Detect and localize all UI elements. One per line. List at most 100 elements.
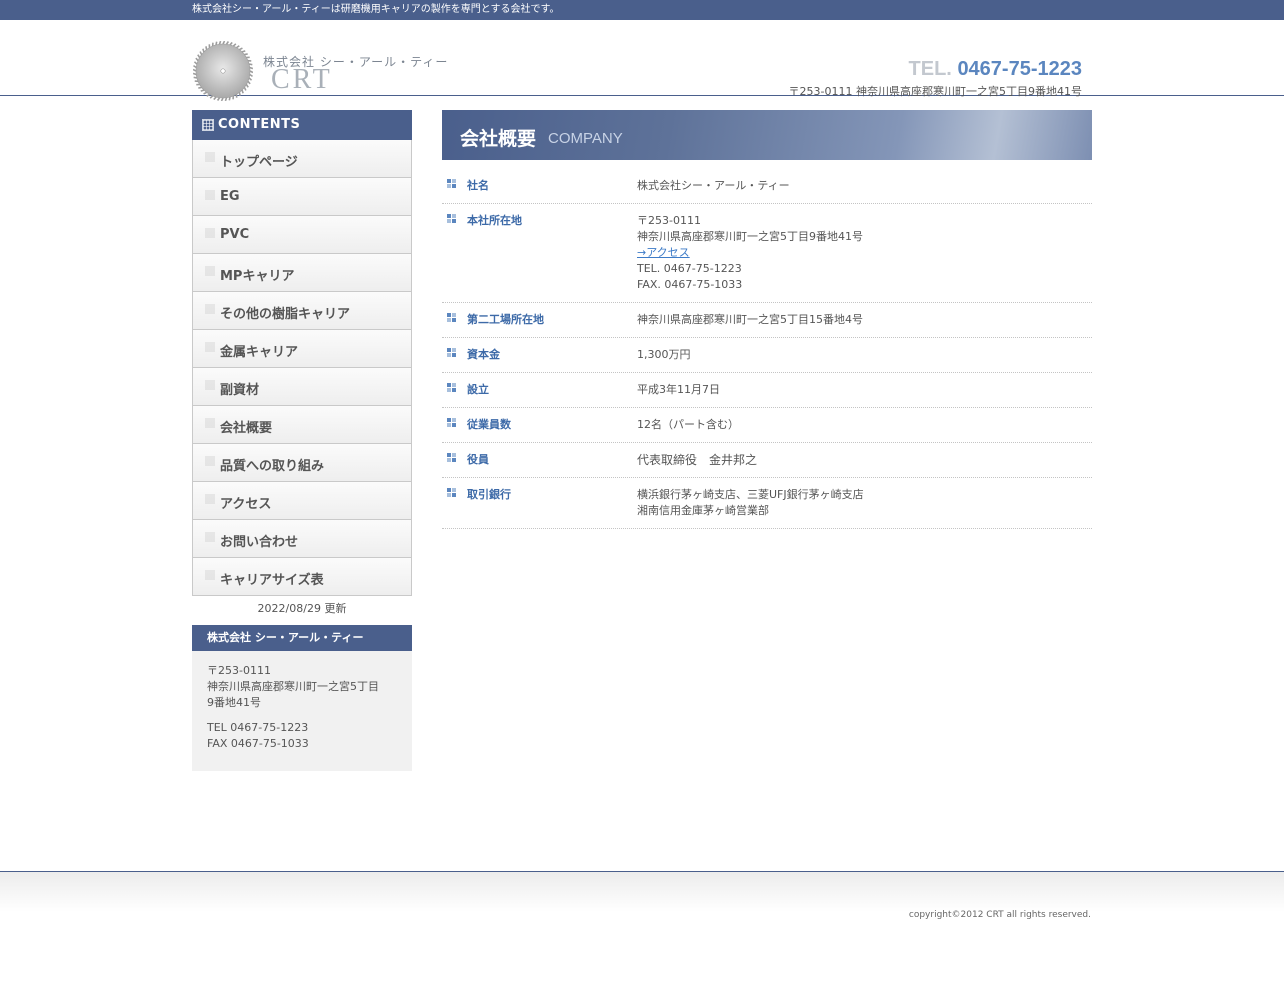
sidebar-item-other-resin-carrier[interactable]: その他の樹脂キャリア — [193, 292, 411, 330]
dot-pattern-icon — [205, 152, 215, 162]
table-row: 社名 株式会社シー・アール・ティー — [442, 178, 1092, 204]
table-row: 取引銀行 横浜銀行茅ヶ崎支店、三菱UFJ銀行茅ヶ崎支店 湘南信用金庫茅ヶ崎営業部 — [442, 487, 1092, 529]
sidebar-item-quality[interactable]: 品質への取り組み — [193, 444, 411, 482]
row-key: 取引銀行 — [467, 487, 511, 503]
sidebar-item-label: 品質への取り組み — [220, 455, 324, 474]
dot-pattern-icon — [205, 190, 215, 200]
info-postal: 〒253-0111 — [207, 663, 397, 679]
bank-line2: 湘南信用金庫茅ヶ崎営業部 — [637, 503, 1092, 519]
sidebar-item-access[interactable]: アクセス — [193, 482, 411, 520]
dot-pattern-icon — [205, 532, 215, 542]
grid-icon — [202, 119, 214, 131]
bank-line1: 横浜銀行茅ヶ崎支店、三菱UFJ銀行茅ヶ崎支店 — [637, 487, 1092, 503]
dot-pattern-icon — [205, 380, 215, 390]
company-profile-table: 社名 株式会社シー・アール・ティー 本社所在地 〒253-0111 神奈川県高座… — [442, 178, 1092, 529]
dot-pattern-icon — [205, 456, 215, 466]
sidebar-item-eg[interactable]: EG — [193, 178, 411, 216]
row-value: 12名（パート含む） — [637, 417, 1092, 433]
square-bullet-icon — [447, 488, 456, 497]
square-bullet-icon — [447, 179, 456, 188]
square-bullet-icon — [447, 453, 456, 462]
table-row: 従業員数 12名（パート含む） — [442, 417, 1092, 443]
hq-tel: TEL. 0467-75-1223 — [637, 261, 1092, 277]
square-bullet-icon — [447, 383, 456, 392]
sidebar-item-metal-carrier[interactable]: 金属キャリア — [193, 330, 411, 368]
sidebar-item-label: 副資材 — [220, 379, 259, 398]
table-row: 資本金 1,300万円 — [442, 347, 1092, 373]
row-value: 〒253-0111 神奈川県高座郡寒川町一之宮5丁目9番地41号 →アクセス T… — [637, 213, 1092, 293]
saw-blade-logo-icon[interactable] — [193, 41, 253, 101]
site-tagline: 株式会社シー・アール・ティーは研磨機用キャリアの製作を専門とする会社です。 — [192, 4, 560, 16]
row-value: 平成3年11月7日 — [637, 382, 1092, 398]
dot-pattern-icon — [205, 228, 215, 238]
info-tel: TEL 0467-75-1223 — [207, 720, 397, 736]
tel-number: 0467-75-1223 — [957, 58, 1082, 80]
header-address: 〒253-0111 神奈川県高座郡寒川町一之宮5丁目9番地41号 — [789, 83, 1082, 99]
dot-pattern-icon — [205, 342, 215, 352]
sidebar-item-mp-carrier[interactable]: MPキャリア — [193, 254, 411, 292]
row-value: 神奈川県高座郡寒川町一之宮5丁目15番地4号 — [637, 312, 1092, 328]
row-key: 第二工場所在地 — [467, 312, 544, 328]
info-address-line2: 9番地41号 — [207, 695, 397, 711]
dot-pattern-icon — [205, 494, 215, 504]
last-updated: 2022/08/29 更新 — [192, 600, 412, 615]
table-row: 本社所在地 〒253-0111 神奈川県高座郡寒川町一之宮5丁目9番地41号 →… — [442, 213, 1092, 303]
sidebar-item-company[interactable]: 会社概要 — [193, 406, 411, 444]
info-box-title: 株式会社 シー・アール・ティー — [192, 625, 412, 651]
sidebar-item-label: トップページ — [220, 151, 298, 170]
dot-pattern-icon — [205, 418, 215, 428]
hq-fax: FAX. 0467-75-1033 — [637, 277, 1092, 293]
page-heading: 会社概要 COMPANY — [442, 110, 1092, 160]
sidebar-item-contact[interactable]: お問い合わせ — [193, 520, 411, 558]
row-key: 資本金 — [467, 347, 500, 363]
sidebar-item-label: キャリアサイズ表 — [220, 569, 324, 588]
contents-heading: CONTENTS — [192, 110, 412, 140]
page-subtitle: COMPANY — [548, 130, 623, 147]
tel-label: TEL. — [909, 58, 952, 80]
hq-address: 神奈川県高座郡寒川町一之宮5丁目9番地41号 — [637, 229, 1092, 245]
sidebar-item-carrier-size-table[interactable]: キャリアサイズ表 — [193, 558, 411, 596]
square-bullet-icon — [447, 418, 456, 427]
row-key: 社名 — [467, 178, 489, 194]
row-key: 従業員数 — [467, 417, 511, 433]
dot-pattern-icon — [205, 266, 215, 276]
row-value: 1,300万円 — [637, 347, 1092, 363]
main-content: 会社概要 COMPANY 社名 株式会社シー・アール・ティー 本社所在地 〒25… — [442, 110, 1092, 538]
dot-pattern-icon — [205, 304, 215, 314]
header-phone: TEL. 0467-75-1223 — [909, 58, 1082, 81]
sidebar-nav: トップページ EG PVC MPキャリア その他の樹脂キャリア 金属キャリア 副… — [192, 140, 412, 596]
sidebar-item-label: 会社概要 — [220, 417, 272, 436]
sidebar: CONTENTS トップページ EG PVC MPキャリア その他の樹脂キャリア… — [192, 110, 412, 771]
info-box-body: 〒253-0111 神奈川県高座郡寒川町一之宮5丁目 9番地41号 TEL 04… — [192, 651, 412, 771]
table-row: 第二工場所在地 神奈川県高座郡寒川町一之宮5丁目15番地4号 — [442, 312, 1092, 338]
row-value: 株式会社シー・アール・ティー — [637, 178, 1092, 194]
copyright: copyright©2012 CRT all rights reserved. — [909, 910, 1091, 920]
sidebar-item-label: MPキャリア — [220, 265, 294, 284]
row-key: 役員 — [467, 452, 489, 468]
sidebar-item-label: その他の樹脂キャリア — [220, 303, 350, 322]
square-bullet-icon — [447, 214, 456, 223]
access-link[interactable]: →アクセス — [637, 246, 690, 259]
sidebar-item-top[interactable]: トップページ — [193, 140, 411, 178]
square-bullet-icon — [447, 313, 456, 322]
page-title: 会社概要 — [460, 124, 536, 151]
sidebar-item-label: お問い合わせ — [220, 531, 298, 550]
sidebar-item-supplies[interactable]: 副資材 — [193, 368, 411, 406]
sidebar-item-label: アクセス — [220, 493, 271, 512]
row-value: 横浜銀行茅ヶ崎支店、三菱UFJ銀行茅ヶ崎支店 湘南信用金庫茅ヶ崎営業部 — [637, 487, 1092, 519]
table-row: 役員 代表取締役 金井邦之 — [442, 452, 1092, 478]
site-footer: copyright©2012 CRT all rights reserved. — [0, 871, 1284, 992]
info-fax: FAX 0467-75-1033 — [207, 736, 397, 752]
info-address-line1: 神奈川県高座郡寒川町一之宮5丁目 — [207, 679, 397, 695]
sidebar-item-label: 金属キャリア — [220, 341, 298, 360]
company-info-box: 株式会社 シー・アール・ティー 〒253-0111 神奈川県高座郡寒川町一之宮5… — [192, 625, 412, 771]
table-row: 設立 平成3年11月7日 — [442, 382, 1092, 408]
hq-postal: 〒253-0111 — [637, 213, 1092, 229]
site-header: 株式会社 シー・アール・ティー CRT TEL. 0467-75-1223 〒2… — [0, 20, 1284, 96]
contents-title: CONTENTS — [218, 117, 300, 132]
row-key: 設立 — [467, 382, 489, 398]
logo-wordmark[interactable]: CRT — [271, 64, 333, 96]
square-bullet-icon — [447, 348, 456, 357]
sidebar-item-label: PVC — [220, 227, 249, 242]
sidebar-item-pvc[interactable]: PVC — [193, 216, 411, 254]
